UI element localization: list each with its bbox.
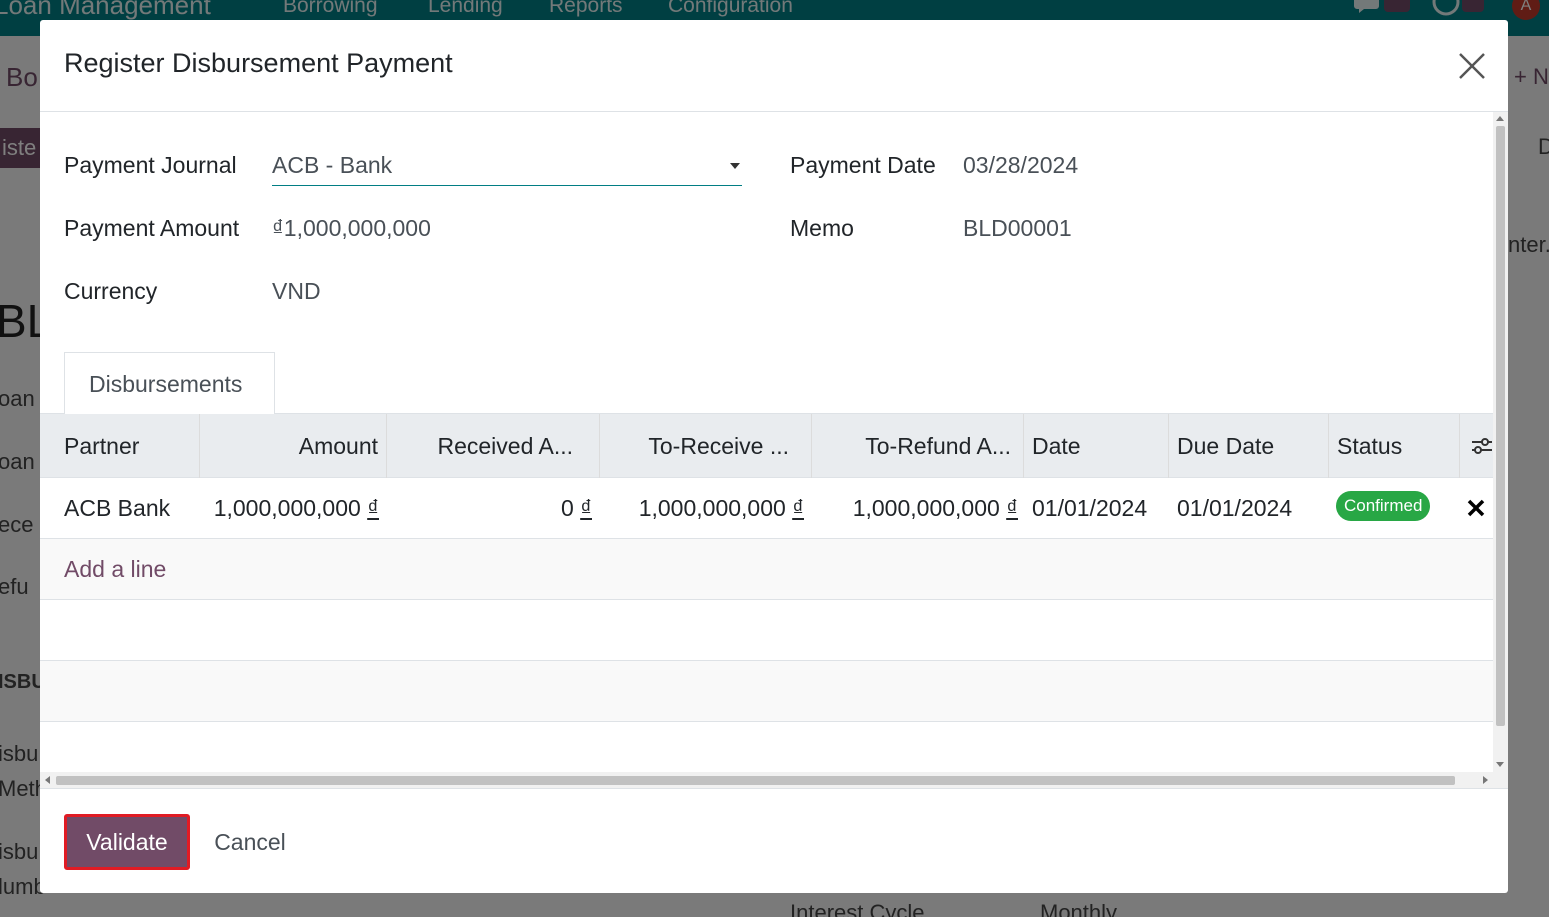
col-header-due-date[interactable]: Due Date — [1169, 414, 1329, 478]
cell-received-currency: ₫ — [580, 495, 592, 521]
memo-field[interactable]: BLD00001 — [963, 215, 1072, 242]
col-header-date[interactable]: Date — [1024, 414, 1169, 478]
add-a-line-link[interactable]: Add a line — [64, 539, 166, 600]
table-row[interactable]: ACB Bank 1,000,000,000 ₫ 0 ₫ 1,000,000,0… — [40, 478, 1493, 539]
cell-received-value: 0 — [561, 495, 574, 521]
payment-journal-value: ACB - Bank — [272, 152, 393, 178]
cell-received-amount: 0 ₫ — [387, 478, 600, 539]
cell-amount: 1,000,000,000 ₫ — [200, 478, 387, 539]
horizontal-scrollbar[interactable] — [40, 772, 1493, 788]
cell-to-receive-amount: 1,000,000,000 ₫ — [600, 478, 812, 539]
col-header-amount[interactable]: Amount — [200, 414, 387, 478]
horizontal-scroll-thumb[interactable] — [56, 776, 1455, 785]
cell-to-refund-value: 1,000,000,000 — [852, 495, 1000, 521]
cell-to-refund-amount: 1,000,000,000 ₫ — [812, 478, 1026, 539]
dialog-header: Register Disbursement Payment — [40, 20, 1508, 112]
disbursements-table: Partner Amount Received A... To-Receive … — [40, 414, 1493, 774]
cell-amount-currency: ₫ — [367, 495, 379, 521]
memo-label: Memo — [790, 215, 854, 241]
col-header-received-amount[interactable]: Received A... — [387, 414, 600, 478]
empty-row — [40, 600, 1493, 661]
register-disbursement-payment-dialog: Register Disbursement Payment Payment Jo… — [40, 20, 1508, 893]
chevron-down-icon — [730, 163, 740, 169]
cell-to-refund-currency: ₫ — [1006, 495, 1018, 521]
cell-date: 01/01/2024 — [1032, 495, 1148, 521]
cell-partner: ACB Bank — [64, 495, 171, 521]
cell-due-date: 01/01/2024 — [1177, 495, 1293, 521]
add-line-row: Add a line — [40, 539, 1493, 600]
status-badge: Confirmed — [1336, 491, 1431, 521]
currency-field[interactable]: VND — [272, 278, 321, 305]
optional-columns-icon[interactable] — [1470, 434, 1493, 458]
cell-amount-value: 1,000,000,000 — [213, 495, 361, 521]
scroll-right-icon[interactable] — [1483, 776, 1488, 784]
delete-row-icon[interactable] — [1466, 498, 1486, 518]
tab-disbursements[interactable]: Disbursements — [64, 352, 275, 414]
scroll-down-icon[interactable] — [1496, 762, 1504, 767]
col-header-to-refund-amount[interactable]: To-Refund A... — [812, 414, 1024, 478]
tab-disbursements-label: Disbursements — [89, 371, 243, 397]
dialog-body: Payment Journal ACB - Bank Payment Date … — [40, 112, 1508, 788]
payment-date-field[interactable]: 03/28/2024 — [963, 152, 1078, 179]
table-header: Partner Amount Received A... To-Receive … — [40, 414, 1493, 478]
vertical-scroll-thumb[interactable] — [1496, 126, 1505, 726]
dialog-footer: Validate Cancel — [40, 788, 1508, 893]
payment-date-label: Payment Date — [790, 152, 936, 178]
currency-label: Currency — [64, 278, 158, 304]
payment-amount-label: Payment Amount — [64, 215, 240, 241]
cancel-button[interactable]: Cancel — [200, 814, 300, 870]
cell-to-receive-currency: ₫ — [792, 495, 804, 521]
payment-amount-field[interactable]: ₫1,000,000,000 — [272, 215, 431, 242]
dialog-title: Register Disbursement Payment — [64, 48, 453, 78]
scroll-left-icon[interactable] — [45, 776, 50, 784]
col-header-to-receive-amount[interactable]: To-Receive ... — [600, 414, 812, 478]
col-header-status[interactable]: Status — [1329, 414, 1460, 478]
payment-journal-select[interactable]: ACB - Bank — [272, 148, 742, 186]
close-icon[interactable] — [1454, 48, 1490, 84]
empty-row — [40, 661, 1493, 722]
scroll-up-icon[interactable] — [1496, 116, 1504, 121]
vertical-scrollbar[interactable] — [1493, 112, 1508, 788]
payment-journal-label: Payment Journal — [64, 152, 237, 178]
col-header-partner[interactable]: Partner — [56, 414, 200, 478]
validate-button[interactable]: Validate — [64, 814, 190, 870]
cell-to-receive-value: 1,000,000,000 — [638, 495, 786, 521]
